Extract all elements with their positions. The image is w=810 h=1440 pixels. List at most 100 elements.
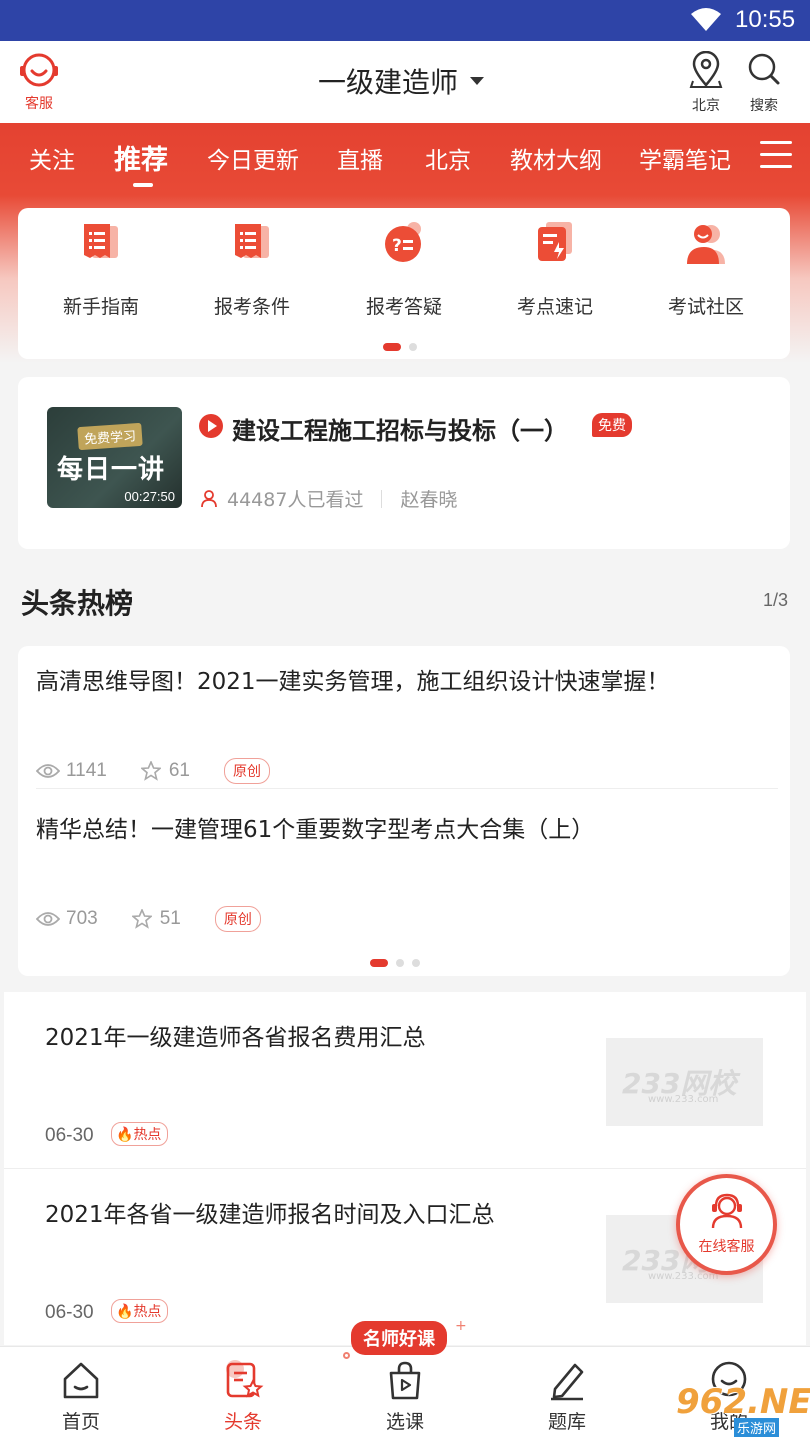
nav-label: 头条 (223, 1411, 262, 1433)
quick-link-label: 报考条件 (213, 296, 290, 318)
quick-link-conditions[interactable]: 报考条件 (192, 220, 312, 319)
thumb-logo-url: www.233.com (648, 1094, 719, 1105)
news-item[interactable]: 2021年一级建造师各省报名费用汇总 06-30 🔥热点 233网校 www.23… (4, 992, 806, 1168)
conditions-icon (235, 224, 269, 258)
online-service-button[interactable]: 在线客服 (676, 1174, 777, 1275)
news-thumbnail: 233网校 www.233.com (606, 1038, 763, 1126)
view-count: 1141 (66, 760, 107, 781)
pager-dot (383, 343, 401, 351)
home-icon (63, 1362, 99, 1399)
video-duration: 00:27:50 (124, 489, 175, 504)
hot-list-item[interactable]: 高清思维导图！2021一建实务管理，施工组织设计快速掌握！ 1141 61 原创 (36, 662, 778, 784)
quick-links-pager (383, 343, 425, 351)
page-indicator: 1/3 (762, 590, 788, 610)
menu-icon[interactable] (760, 141, 792, 171)
active-tab-indicator (133, 183, 153, 187)
user-icon (201, 489, 217, 507)
hot-tag: 🔥热点 (111, 1122, 169, 1146)
thumb-logo-url: www.233.com (648, 1271, 719, 1282)
search-icon (748, 53, 780, 85)
hot-list-section: 头条热榜 1/3 高清思维导图！2021一建实务管理，施工组织设计快速掌握！ 1… (4, 566, 806, 990)
app-header: 客服 一级建造师 北京 搜索 (0, 41, 810, 123)
original-tag: 原创 (224, 758, 270, 784)
svg-text:?: ? (392, 236, 402, 256)
view-count: 44487人已看过 (227, 489, 364, 511)
search-button[interactable]: 搜索 (739, 51, 789, 115)
fire-icon: 🔥 (116, 1127, 134, 1143)
status-bar: 10:55 (0, 0, 810, 41)
page-title: 一级建造师 (318, 66, 459, 99)
pager-dot (370, 959, 388, 967)
sparkle-icon: + (455, 1318, 467, 1334)
eye-icon (36, 912, 60, 926)
nav-home[interactable]: 首页 (41, 1359, 121, 1434)
hot-list-pager (370, 959, 428, 967)
watermark-logo: 962.NET 乐游网 (676, 1382, 810, 1437)
tab-follow[interactable]: 关注 (29, 141, 75, 175)
quick-link-guide[interactable]: 新手指南 (41, 220, 161, 319)
course-bag-icon (389, 1361, 421, 1400)
star-icon[interactable] (131, 909, 152, 929)
hot-list-card: 高清思维导图！2021一建实务管理，施工组织设计快速掌握！ 1141 61 原创… (18, 646, 790, 976)
status-time: 10:55 (735, 6, 796, 33)
tab-syllabus[interactable]: 教材大纲 (510, 141, 602, 175)
eye-icon (36, 764, 60, 778)
course-title: 建设工程施工招标与投标（一） (232, 417, 568, 445)
community-icon (687, 225, 725, 264)
view-count: 703 (66, 908, 98, 929)
headlines-icon (226, 1360, 264, 1398)
hot-item-title: 精华总结！一建管理61个重要数字型考点大合集（上） (36, 817, 595, 843)
play-icon (199, 414, 223, 438)
tab-study-notes[interactable]: 学霸笔记 (639, 141, 731, 175)
exam-selector[interactable]: 一级建造师 (318, 61, 485, 101)
quick-link-qa[interactable]: ? 报考答疑 (344, 220, 464, 319)
tab-today-updates[interactable]: 今日更新 (207, 141, 299, 175)
hot-item-title: 高清思维导图！2021一建实务管理，施工组织设计快速掌握！ (36, 669, 670, 695)
course-thumbnail[interactable]: 免费学习 每日一讲 00:27:50 (47, 407, 182, 508)
flash-notes-icon (538, 222, 572, 261)
quick-link-label: 报考答疑 (365, 296, 442, 318)
course-card[interactable]: 免费学习 每日一讲 00:27:50 建设工程施工招标与投标（一） 免费 444… (18, 377, 790, 549)
thumb-badge: 免费学习 (77, 422, 143, 451)
pager-dot (409, 343, 417, 351)
chevron-down-icon (470, 77, 485, 85)
customer-service-label: 客服 (25, 96, 53, 112)
watermark-text: 962.NET (676, 1382, 810, 1422)
nav-label: 首页 (61, 1411, 100, 1433)
guide-icon (84, 224, 118, 258)
sparkle-ring-icon (343, 1352, 350, 1359)
headset-agent-icon (711, 1193, 742, 1229)
course-meta: 44487人已看过 赵春晓 (201, 485, 457, 512)
free-badge: 免费 (592, 413, 632, 437)
featured-courses-badge[interactable]: 名师好课 (351, 1321, 447, 1355)
headset-smile-icon (20, 53, 58, 87)
original-tag: 原创 (214, 906, 261, 932)
star-count: 61 (168, 760, 190, 781)
nav-headlines[interactable]: 头条 (203, 1359, 283, 1434)
hot-tag-label: 热点 (133, 1304, 162, 1320)
divider (36, 788, 778, 789)
tab-live[interactable]: 直播 (337, 141, 383, 175)
search-label: 搜索 (750, 98, 778, 114)
tab-recommend[interactable]: 推荐 (114, 138, 168, 177)
nav-courses[interactable]: 选课 (365, 1359, 445, 1434)
qa-icon: ? (385, 222, 421, 262)
hot-item-meta: 1141 61 原创 (36, 758, 270, 784)
quick-link-label: 新手指南 (62, 296, 139, 318)
quick-link-flash-notes[interactable]: 考点速记 (495, 220, 615, 319)
location-button[interactable]: 北京 (681, 50, 731, 115)
watermark-sub: 乐游网 (734, 1418, 780, 1437)
star-count: 51 (159, 908, 181, 929)
nav-question-bank[interactable]: 题库 (527, 1359, 607, 1434)
location-pin-icon (689, 50, 723, 88)
tab-beijing[interactable]: 北京 (425, 141, 471, 175)
customer-service-button[interactable]: 客服 (14, 51, 64, 115)
quick-links-card: 新手指南 报考条件 ? 报考答疑 考点速记 考试社区 (18, 208, 790, 359)
news-title: 2021年各省一级建造师报名时间及入口汇总 (45, 1202, 495, 1228)
hot-list-item[interactable]: 精华总结！一建管理61个重要数字型考点大合集（上） 703 51 原创 (36, 810, 778, 932)
fire-icon: 🔥 (116, 1304, 134, 1320)
teacher-name: 赵春晓 (400, 489, 458, 511)
nav-label: 题库 (547, 1411, 586, 1433)
star-icon[interactable] (140, 761, 161, 781)
quick-link-community[interactable]: 考试社区 (646, 220, 766, 319)
